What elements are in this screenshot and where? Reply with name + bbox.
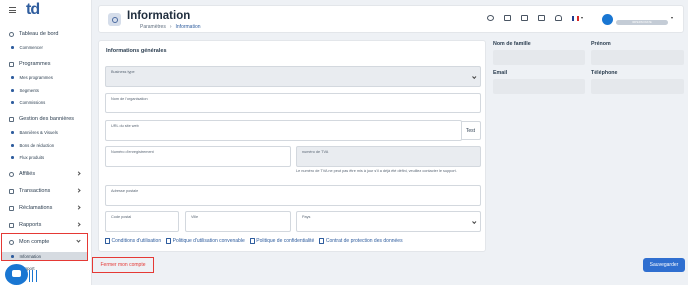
page-title: Information (127, 10, 191, 22)
acceptable-use-link[interactable]: Politique d'utilisation convenable (166, 238, 245, 244)
firstname-label: Prénom (591, 41, 611, 47)
claims-icon (9, 205, 14, 211)
country-select[interactable]: Pays (296, 211, 481, 232)
dpa-link[interactable]: Contrat de protection des données (319, 238, 403, 244)
sidebar-item-programmes[interactable]: Programmes (9, 61, 50, 67)
chevron-down-icon (471, 74, 476, 78)
sidebar-subitem-commissions[interactable]: Commissions (11, 100, 45, 105)
sidebar-subitem-bons[interactable]: Bons de réduction (11, 143, 54, 148)
highlight-box (1, 233, 88, 261)
sidebar-item-transactions[interactable]: Transactions (9, 188, 50, 194)
sidebar-item-affilies[interactable]: Affiliés (9, 171, 83, 177)
chevron-right-icon (76, 188, 81, 193)
chevron-down-icon (471, 219, 476, 223)
message-icon[interactable] (521, 15, 528, 21)
email-field[interactable] (493, 79, 585, 94)
legal-links: Conditions d'utilisation Politique d'uti… (105, 238, 403, 244)
hamburger-menu-icon[interactable] (9, 7, 16, 13)
bell-icon[interactable] (555, 15, 562, 21)
breadcrumb-information: Information (175, 24, 201, 30)
banners-icon (9, 116, 14, 122)
email-label: Email (493, 70, 508, 76)
close-account-button[interactable]: Fermer mon compte (92, 257, 154, 273)
sidebar-item-reclamations[interactable]: Réclamations (9, 205, 52, 211)
lastname-field[interactable] (493, 50, 585, 65)
logo: td (26, 1, 40, 18)
terms-link[interactable]: Conditions d'utilisation (105, 238, 162, 244)
postal-address-field[interactable]: Adresse postale (105, 185, 481, 206)
general-info-card: Informations générales Business type Nom… (98, 40, 486, 252)
sidebar-subitem-segments[interactable]: Segments (11, 88, 39, 93)
dashboard-icon (9, 31, 14, 37)
privacy-link[interactable]: Politique de confidentialité (250, 238, 314, 244)
sidebar-subitem-mes-programmes[interactable]: Mes programmes (11, 75, 53, 80)
vat-note: Le numéro de TVA ne peut pas être mis à … (296, 169, 457, 173)
settings-gear-icon (108, 13, 121, 26)
registration-number-field[interactable]: Numéro d'enregistrement (105, 146, 291, 167)
campaign-icon[interactable] (504, 15, 511, 21)
test-url-button[interactable]: Test (461, 121, 481, 140)
user-menu-caret-icon[interactable] (671, 17, 673, 19)
sidebar-item-rapports[interactable]: Rapports (9, 222, 41, 228)
sidebar-item-dashboard[interactable]: Tableau de bord (9, 31, 58, 37)
chevron-right-icon (76, 205, 81, 210)
affiliates-icon (9, 171, 14, 177)
chat-widget-icon (29, 270, 37, 282)
lastname-label: Nom de famille (493, 41, 531, 47)
org-name-field[interactable]: Nom de l'organisation (105, 93, 481, 113)
city-field[interactable]: Ville (185, 211, 291, 232)
user-badge[interactable]: IMPERSONATE (616, 20, 668, 25)
user-search-icon[interactable] (487, 15, 494, 21)
firstname-field[interactable] (591, 50, 684, 65)
flag-icon[interactable] (572, 15, 579, 21)
header-icons (487, 15, 583, 21)
avatar[interactable] (602, 14, 613, 25)
chevron-right-icon (76, 222, 81, 227)
transactions-icon (9, 188, 14, 194)
language-caret-icon[interactable] (581, 17, 583, 19)
breadcrumb-parametres[interactable]: Paramètres (140, 24, 166, 30)
save-button[interactable]: Sauvegarder (643, 258, 685, 272)
section-title: Informations générales (106, 48, 167, 54)
sidebar: td Tableau de bord Commencer Programmes … (0, 0, 92, 285)
sidebar-subitem-flux[interactable]: Flux produits (11, 155, 44, 160)
breadcrumb: Paramètres › Information (140, 24, 201, 30)
business-type-select[interactable]: Business type (105, 66, 481, 87)
mail-icon[interactable] (538, 15, 545, 21)
sidebar-subitem-visuels[interactable]: Bannières & Visuels (11, 130, 58, 135)
phone-field[interactable] (591, 79, 684, 94)
reports-icon (9, 222, 14, 228)
vat-number-field: numéro de TVA (296, 146, 481, 167)
chat-support-icon[interactable] (5, 264, 28, 285)
postal-code-field[interactable]: Code postal (105, 211, 179, 232)
sidebar-item-bannieres[interactable]: Gestion des bannières (9, 116, 74, 122)
programs-icon (9, 61, 14, 67)
page-header: Information Paramètres › Information IMP… (98, 5, 684, 33)
phone-label: Téléphone (591, 70, 618, 76)
sidebar-subitem-commencer[interactable]: Commencer (11, 45, 43, 50)
website-field[interactable]: URL du site web (105, 120, 462, 141)
